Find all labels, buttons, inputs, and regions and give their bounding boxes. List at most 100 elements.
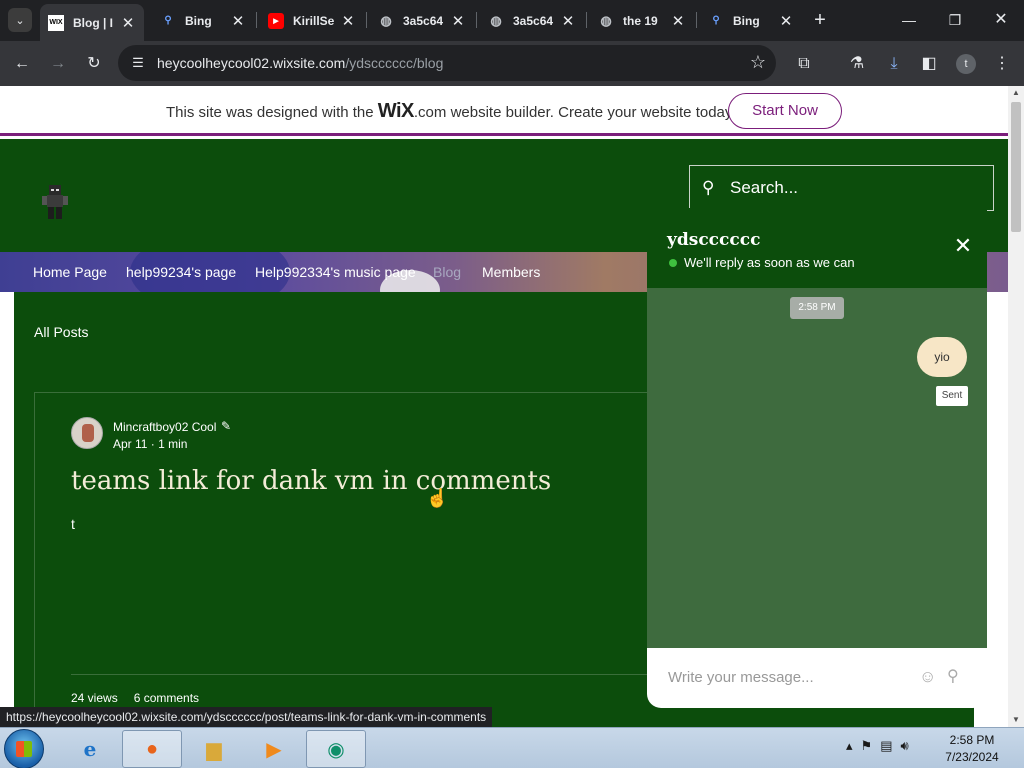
divider <box>71 674 695 675</box>
nav-blog[interactable]: Blog <box>433 264 461 280</box>
close-icon[interactable]: ✕ <box>953 235 973 257</box>
author-avatar[interactable] <box>71 417 103 449</box>
system-tray: ▴ ⚑ ▤ 🔊︎ <box>846 738 909 754</box>
minimize-icon[interactable]: — <box>895 6 923 34</box>
back-arrow-icon[interactable]: ← <box>8 50 36 78</box>
nav-help99234-page[interactable]: help99234's page <box>126 264 236 280</box>
hand-cursor-icon: ☝ <box>426 488 449 508</box>
scroll-down-icon[interactable]: ▼ <box>1008 713 1024 727</box>
close-tab-icon[interactable]: ✕ <box>560 12 576 30</box>
tab-the-19[interactable]: ◍ the 19 ✕ <box>590 4 694 37</box>
tab-3a5c64-a[interactable]: ◍ 3a5c64 ✕ <box>370 4 474 37</box>
menu-dots-icon[interactable]: ⋮ <box>988 50 1016 78</box>
download-icon[interactable]: ⤓ <box>880 50 908 78</box>
start-button[interactable] <box>4 729 44 768</box>
tab-youtube[interactable]: ▶ KirillSe ✕ <box>260 4 364 37</box>
flag-icon[interactable]: ⚑ <box>861 738 873 754</box>
author-name[interactable]: Mincraftboy02 Cool <box>113 420 216 434</box>
new-tab-icon[interactable]: + <box>810 8 830 32</box>
address-bar[interactable]: ☰ heycoolheycool02.wixsite.com/ydscccccc… <box>118 45 776 81</box>
tab-title: Blog | I <box>73 15 114 30</box>
wix-favicon-icon: WIX <box>48 14 64 31</box>
tab-separator <box>586 12 587 28</box>
browser-app-icon[interactable]: ◉ <box>306 730 366 768</box>
chat-message-bubble: yio <box>917 337 967 377</box>
site-search-placeholder: Search... <box>730 178 799 197</box>
close-tab-icon[interactable]: ✕ <box>120 14 136 32</box>
media-player-icon[interactable]: ▶ <box>244 730 304 768</box>
post-card[interactable]: Mincraftboy02 Cool ✎ Apr 11 · 1 min team… <box>34 392 695 727</box>
close-tab-icon[interactable]: ✕ <box>670 12 686 30</box>
tab-separator <box>696 12 697 28</box>
tab-blog[interactable]: WIX Blog | I ✕ <box>40 4 144 41</box>
search-icon: ⚲ <box>712 15 720 26</box>
reload-icon[interactable]: ↻ <box>80 50 108 78</box>
start-now-button[interactable]: Start Now <box>728 93 842 129</box>
tab-bing[interactable]: ⚲ Bing ✕ <box>152 4 254 37</box>
tray-expand-icon[interactable]: ▴ <box>846 738 853 754</box>
windows-taskbar: e ● ▆ ▶ ◉ ▴ ⚑ ▤ 🔊︎ 2:58 PM 7/23/2024 <box>0 727 1024 768</box>
site-info-icon[interactable]: ☰ <box>128 53 148 73</box>
attach-icon[interactable]: ⚲ <box>947 668 965 686</box>
labs-flask-icon[interactable]: ⚗ <box>843 50 871 78</box>
close-tab-icon[interactable]: ✕ <box>450 12 466 30</box>
url-text: heycoolheycool02.wixsite.com/ydscccccc/b… <box>157 55 444 71</box>
forward-arrow-icon[interactable]: → <box>44 50 72 78</box>
tab-search-button[interactable]: ⌄ <box>8 8 32 32</box>
chat-input-placeholder: Write your message... <box>668 669 814 686</box>
profile-avatar[interactable]: t <box>956 54 976 74</box>
scroll-up-icon[interactable]: ▲ <box>1008 86 1024 100</box>
search-icon: ⚲ <box>164 15 172 26</box>
chat-status: We'll reply as soon as we can <box>669 255 855 270</box>
internet-explorer-icon[interactable]: e <box>60 730 120 768</box>
volume-icon[interactable]: 🔊︎ <box>900 738 908 754</box>
post-title[interactable]: teams link for dank vm in comments <box>71 466 551 496</box>
close-tab-icon[interactable]: ✕ <box>340 12 356 30</box>
network-icon[interactable]: ▤ <box>880 738 892 754</box>
tab-3a5c64-b[interactable]: ◍ 3a5c64 ✕ <box>480 4 584 37</box>
nav-members[interactable]: Members <box>482 264 540 280</box>
post-meta: Apr 11 · 1 min <box>113 437 188 451</box>
tab-title: KirillSe <box>293 13 335 28</box>
status-bar-url: https://heycoolheycool02.wixsite.com/yds… <box>0 707 493 727</box>
firefox-icon[interactable]: ● <box>122 730 182 768</box>
scroll-thumb[interactable] <box>1011 102 1021 232</box>
restore-icon[interactable]: ❐ <box>941 6 969 34</box>
tab-title: Bing <box>733 13 760 28</box>
wix-ad-banner: This site was designed with the WiX.com … <box>0 86 1008 136</box>
tab-bing-2[interactable]: ⚲ Bing ✕ <box>700 4 802 37</box>
extensions-icon[interactable]: ⧉ <box>790 50 818 78</box>
tab-separator <box>256 12 257 28</box>
site-logo-icon[interactable] <box>42 185 68 219</box>
taskbar-clock[interactable]: 2:58 PM 7/23/2024 <box>940 732 1004 766</box>
all-posts-link[interactable]: All Posts <box>34 324 88 340</box>
tab-separator <box>476 12 477 28</box>
writer-badge-icon: ✎ <box>221 419 232 433</box>
close-tab-icon[interactable]: ✕ <box>778 12 794 30</box>
tab-title: 3a5c64 <box>513 13 554 28</box>
close-window-icon[interactable]: ✕ <box>987 6 1015 34</box>
post-excerpt: t <box>71 516 75 532</box>
clock-date: 7/23/2024 <box>945 750 999 764</box>
online-dot-icon <box>669 259 677 267</box>
post-stats: 24 views 6 comments <box>71 691 199 705</box>
chat-widget: ydscccccc We'll reply as soon as we can … <box>647 208 987 708</box>
nav-home-page[interactable]: Home Page <box>33 264 107 280</box>
wix-banner-text: This site was designed with the WiX.com … <box>166 100 736 122</box>
side-panel-icon[interactable]: ◧ <box>915 50 943 78</box>
chat-messages: 2:58 PM yio Sent <box>647 288 987 648</box>
file-explorer-icon[interactable]: ▆ <box>184 730 244 768</box>
page-scrollbar[interactable]: ▲ ▼ <box>1008 86 1024 727</box>
chat-header: ydscccccc We'll reply as soon as we can … <box>647 208 987 288</box>
nav-music-page[interactable]: Help992334's music page <box>255 264 416 280</box>
emoji-icon[interactable]: ☺ <box>919 668 937 686</box>
search-icon: ⚲ <box>702 178 715 197</box>
close-tab-icon[interactable]: ✕ <box>230 12 246 30</box>
tab-title: 3a5c64 <box>403 13 444 28</box>
site-search-box[interactable]: ⚲ Search... <box>689 165 994 211</box>
chat-input[interactable]: Write your message... ☺ ⚲ <box>647 648 987 708</box>
message-status: Sent <box>936 386 968 406</box>
bookmark-star-icon[interactable]: ☆ <box>750 52 766 73</box>
post-comments[interactable]: 6 comments <box>134 691 199 705</box>
wix-logo[interactable]: WiX <box>378 100 415 122</box>
